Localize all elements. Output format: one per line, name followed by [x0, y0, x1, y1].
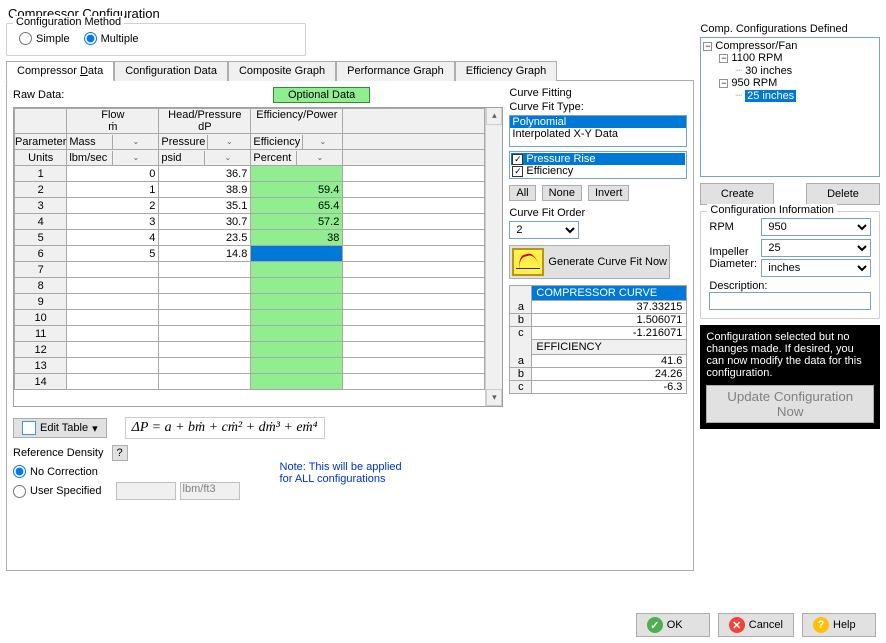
ok-button[interactable]: ✓OK: [636, 613, 710, 637]
coefficients-table: COMPRESSOR CURVE a37.33215b1.506071c-1.2…: [509, 285, 687, 394]
dd-flow-param[interactable]: ⌄: [112, 135, 158, 149]
tab-performance-graph[interactable]: Performance Graph: [336, 61, 455, 81]
all-button[interactable]: All: [509, 185, 535, 201]
config-method-group: Configuration Method Simple Multiple: [6, 23, 306, 56]
grid-scrollbar[interactable]: ▴ ▾: [485, 108, 502, 406]
radio-no-correction[interactable]: No Correction: [13, 465, 240, 478]
curve-series-list[interactable]: ✓Pressure Rise ✓Efficiency: [509, 151, 687, 179]
density-value-input: [116, 482, 176, 500]
checkbox-icon[interactable]: ✓: [512, 166, 523, 177]
generate-curve-fit-button[interactable]: Generate Curve Fit Now: [509, 245, 670, 279]
impeller-unit-select[interactable]: inches: [761, 259, 871, 277]
radio-multiple[interactable]: Multiple: [84, 32, 139, 45]
dd-head-param[interactable]: ⌄: [207, 135, 250, 149]
edit-table-button[interactable]: Edit Table ▾: [13, 418, 107, 438]
radio-simple[interactable]: Simple: [19, 32, 70, 45]
tab-bar: Compressor Data Configuration Data Compo…: [6, 60, 694, 81]
x-icon: ✕: [729, 617, 745, 633]
tab-efficiency-graph[interactable]: Efficiency Graph: [455, 61, 558, 81]
invert-button[interactable]: Invert: [588, 185, 630, 201]
checkbox-icon[interactable]: ✓: [512, 154, 523, 165]
dd-eff-unit[interactable]: ⌄: [296, 151, 342, 165]
delete-button[interactable]: Delete: [806, 183, 880, 205]
config-info-group: Configuration Information RPM 950 Impell…: [700, 211, 880, 319]
data-grid[interactable]: Flowṁ Head/PressuredP Efficiency/Power P…: [13, 107, 503, 407]
check-icon: ✓: [647, 617, 663, 633]
config-tree[interactable]: −Compressor/Fan −1100 RPM ┈ 30 inches −9…: [700, 37, 880, 177]
update-config-button[interactable]: Update Configuration Now: [706, 385, 874, 423]
rpm-select[interactable]: 950: [761, 218, 871, 236]
curve-fitting-title: Curve Fitting: [509, 87, 687, 99]
dialog-title: Compressor Configuration: [0, 0, 886, 23]
configs-defined-title: Comp. Configurations Defined: [700, 23, 880, 35]
note-text: Note: This will be appliedfor ALL config…: [280, 461, 402, 485]
impeller-value-select[interactable]: 25: [761, 239, 871, 257]
help-ref-density-button[interactable]: ?: [112, 445, 128, 461]
optional-data-button[interactable]: Optional Data: [273, 87, 370, 103]
tab-composite-graph[interactable]: Composite Graph: [228, 61, 336, 81]
tree-selected-item: 25 inches: [745, 90, 796, 102]
formula-display: ΔP = a + bṁ + cṁ² + dṁ³ + eṁ⁴: [125, 417, 325, 439]
dd-eff-param[interactable]: ⌄: [302, 135, 342, 149]
dd-flow-unit[interactable]: ⌄: [112, 151, 158, 165]
dd-head-unit[interactable]: ⌄: [204, 151, 250, 165]
scroll-down-icon[interactable]: ▾: [486, 389, 502, 406]
create-button[interactable]: Create: [700, 183, 774, 205]
tab-configuration-data[interactable]: Configuration Data: [114, 61, 228, 81]
cancel-button[interactable]: ✕Cancel: [718, 613, 794, 637]
density-unit-select: lbm/ft3: [180, 482, 240, 500]
curve-fit-order-select[interactable]: 2: [509, 221, 579, 239]
reference-density-label: Reference Density: [13, 447, 104, 459]
help-button[interactable]: ?Help: [802, 613, 876, 637]
scroll-up-icon[interactable]: ▴: [486, 108, 502, 125]
tab-compressor-data[interactable]: Compressor Data: [6, 61, 114, 81]
status-message: Configuration selected but no changes ma…: [700, 325, 880, 429]
curve-fit-type-list[interactable]: Polynomial Interpolated X-Y Data: [509, 115, 687, 147]
question-icon: ?: [813, 617, 829, 633]
table-icon: [22, 421, 36, 435]
description-input[interactable]: [709, 292, 871, 310]
curve-chart-icon: [512, 248, 544, 276]
chevron-down-icon: ▾: [92, 422, 98, 435]
none-button[interactable]: None: [542, 185, 582, 201]
radio-user-specified[interactable]: [13, 485, 26, 498]
raw-data-label: Raw Data:: [13, 89, 273, 101]
